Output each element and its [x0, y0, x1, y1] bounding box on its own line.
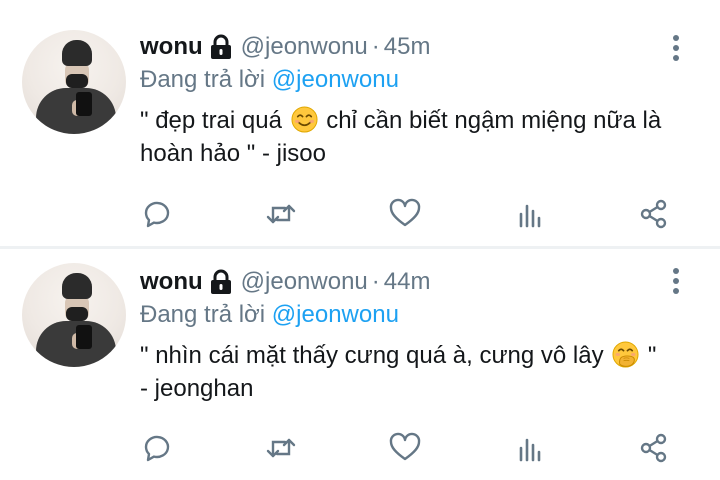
retweet-icon [266, 438, 296, 458]
tweet-header: wonu @jeonwonu · 44m [140, 265, 680, 299]
share-icon [640, 199, 667, 229]
reply-button[interactable] [140, 197, 174, 231]
share-icon [640, 433, 667, 463]
tweet-content: wonu @jeonwonu · 45m Đang trả lời @jeonw… [140, 30, 680, 170]
hand-over-mouth-face-icon [612, 341, 639, 368]
more-vertical-icon[interactable] [666, 267, 686, 295]
separator-dot: · [371, 33, 380, 60]
tweet-text: " đẹp trai quá chỉ cần biết ngậm miệng n… [140, 104, 670, 170]
tweet-content: wonu @jeonwonu · 44m Đang trả lời @jeonw… [140, 265, 680, 405]
mention-link[interactable]: @jeonwonu [272, 66, 399, 93]
avatar[interactable] [22, 263, 126, 367]
reply-icon [144, 201, 170, 228]
lock-icon [209, 34, 233, 60]
like-button[interactable] [388, 431, 422, 465]
replying-to: Đang trả lời @jeonwonu [140, 301, 680, 333]
retweet-button[interactable] [264, 197, 298, 231]
replying-to: Đang trả lời @jeonwonu [140, 66, 680, 98]
analytics-button[interactable] [514, 431, 548, 465]
like-button[interactable] [388, 197, 422, 231]
display-name[interactable]: wonu [140, 33, 203, 61]
tweet[interactable]: wonu @jeonwonu · 44m Đang trả lời @jeonw… [0, 249, 720, 480]
analytics-icon [519, 438, 541, 462]
tweet[interactable]: wonu @jeonwonu · 45m Đang trả lời @jeonw… [0, 0, 720, 246]
more-vertical-icon[interactable] [666, 34, 686, 62]
analytics-button[interactable] [514, 197, 548, 231]
tweet-text: " nhìn cái mặt thấy cưng quá à, cưng vô … [140, 339, 670, 405]
user-handle[interactable]: @jeonwonu [241, 33, 368, 61]
mention-link[interactable]: @jeonwonu [272, 301, 399, 328]
user-handle[interactable]: @jeonwonu [241, 268, 368, 296]
timestamp[interactable]: 45m [384, 33, 431, 61]
avatar[interactable] [22, 30, 126, 134]
tweet-actions [140, 197, 680, 231]
tweet-text-part: " nhìn cái mặt thấy cưng quá à, cưng vô … [140, 342, 604, 369]
lock-icon [209, 269, 233, 295]
replying-to-label: Đang trả lời [140, 301, 266, 328]
share-button[interactable] [637, 197, 671, 231]
heart-icon [389, 432, 421, 461]
separator-dot: · [371, 268, 380, 295]
timestamp[interactable]: 44m [384, 268, 431, 296]
replying-to-label: Đang trả lời [140, 66, 266, 93]
tweet-text-part: " đẹp trai quá [140, 107, 282, 134]
tweet-actions [140, 431, 680, 465]
heart-icon [389, 198, 421, 227]
smiling-face-icon [291, 106, 318, 133]
retweet-button[interactable] [264, 431, 298, 465]
retweet-icon [266, 204, 296, 224]
analytics-icon [519, 204, 541, 228]
tweet-header: wonu @jeonwonu · 45m [140, 30, 680, 64]
reply-icon [144, 435, 170, 462]
share-button[interactable] [637, 431, 671, 465]
reply-button[interactable] [140, 431, 174, 465]
display-name[interactable]: wonu [140, 268, 203, 296]
